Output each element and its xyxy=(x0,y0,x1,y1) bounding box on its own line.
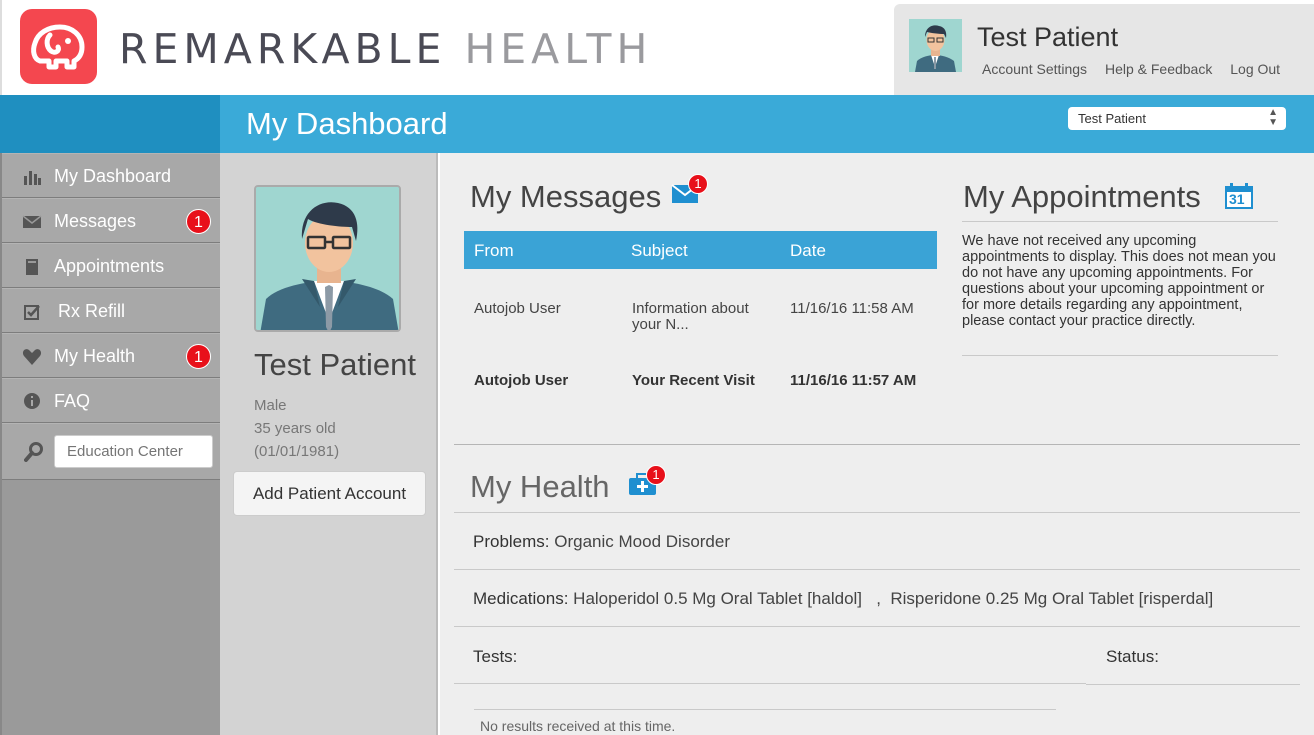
health-count-badge: 1 xyxy=(646,465,666,485)
problems-label: Problems: xyxy=(473,532,550,551)
health-header-icon[interactable]: 1 xyxy=(628,465,666,497)
sidebar-item-dashboard[interactable]: My Dashboard xyxy=(2,153,220,198)
profile-column: Test Patient Male 35 years old (01/01/19… xyxy=(220,153,438,735)
sidebar-search xyxy=(2,423,220,480)
col-from: From xyxy=(474,241,514,260)
messages-table-header: From Subject Date xyxy=(464,231,937,269)
help-feedback-link[interactable]: Help & Feedback xyxy=(1105,61,1212,77)
patient-select[interactable]: Test Patient ▲ ▼ xyxy=(1068,107,1286,130)
health-heading: My Health xyxy=(470,469,610,504)
sidebar-item-label: My Dashboard xyxy=(54,166,172,186)
calendar-icon[interactable]: 31 xyxy=(1224,182,1254,210)
book-icon xyxy=(26,259,38,275)
message-subject[interactable]: Your Recent Visit xyxy=(632,373,772,389)
patient-photo xyxy=(254,185,401,332)
brand-name: REMARKABLE HEALTH xyxy=(119,25,653,73)
title-bar: My Dashboard Test Patient ▲ ▼ xyxy=(0,95,1314,153)
sidebar-item-label: FAQ xyxy=(54,391,91,411)
patient-gender: Male xyxy=(254,397,287,414)
divider xyxy=(454,683,1086,684)
divider xyxy=(454,626,1300,627)
search-icon xyxy=(24,442,43,462)
message-row[interactable]: Autojob User Information about your N...… xyxy=(464,301,937,373)
message-row[interactable]: Autojob User Your Recent Visit 11/16/16 … xyxy=(464,373,937,445)
title-bar-left-tab xyxy=(0,95,220,153)
sidebar: My Dashboard Messages 1 Appointments Rx … xyxy=(0,153,220,735)
message-from: Autojob User xyxy=(474,372,569,389)
message-date: 11/16/16 11:58 AM xyxy=(790,300,914,317)
select-arrows-icon: ▲ ▼ xyxy=(1268,107,1278,128)
patient-age: 35 years old xyxy=(254,420,336,437)
medications-row: Medications: Haloperidol 0.5 Mg Oral Tab… xyxy=(473,589,1213,609)
divider xyxy=(1086,684,1300,685)
appointments-heading: My Appointments xyxy=(963,179,1201,214)
divider xyxy=(454,444,1300,445)
checkbox-icon xyxy=(24,305,40,320)
problems-value: Organic Mood Disorder xyxy=(554,532,731,551)
divider xyxy=(962,221,1278,222)
envelope-icon xyxy=(22,215,42,228)
sidebar-item-label: Appointments xyxy=(54,256,165,276)
sidebar-item-my-health[interactable]: My Health 1 xyxy=(2,333,220,378)
top-header: REMARKABLE HEALTH Test Patient Account S… xyxy=(0,0,1314,95)
user-name: Test Patient xyxy=(977,22,1119,52)
message-date: 11/16/16 11:57 AM xyxy=(790,372,917,389)
sidebar-item-appointments[interactable]: Appointments xyxy=(2,243,220,288)
sidebar-item-messages[interactable]: Messages 1 xyxy=(2,198,220,243)
account-settings-link[interactable]: Account Settings xyxy=(982,61,1087,77)
elephant-logo-icon[interactable] xyxy=(20,9,97,84)
user-avatar[interactable] xyxy=(909,19,962,72)
message-from: Autojob User xyxy=(474,300,561,317)
my-health-badge: 1 xyxy=(186,344,211,369)
no-results-text: No results received at this time. xyxy=(480,718,676,734)
patient-select-value: Test Patient xyxy=(1078,111,1146,126)
page-title: My Dashboard xyxy=(246,106,448,141)
sidebar-item-faq[interactable]: FAQ xyxy=(2,378,220,423)
messages-badge: 1 xyxy=(186,209,211,234)
col-date: Date xyxy=(790,241,826,260)
patient-name: Test Patient xyxy=(254,347,416,382)
divider xyxy=(962,355,1278,356)
status-label: Status: xyxy=(1106,647,1159,666)
info-icon xyxy=(24,393,40,409)
heart-icon xyxy=(22,349,42,365)
patient-details: Male 35 years old (01/01/1981) xyxy=(254,394,339,463)
education-center-search-input[interactable] xyxy=(54,435,213,468)
patient-dob: (01/01/1981) xyxy=(254,443,340,460)
problems-row: Problems: Organic Mood Disorder xyxy=(473,532,730,552)
messages-count-badge: 1 xyxy=(688,174,708,194)
dashboard-main: My Messages 1 From Subject Date Autojob … xyxy=(440,153,1314,735)
calendar-day: 31 xyxy=(1229,191,1245,207)
user-panel: Test Patient Account Settings Help & Fee… xyxy=(894,4,1314,95)
sidebar-item-label: Rx Refill xyxy=(58,301,126,321)
messages-heading: My Messages xyxy=(470,179,662,214)
divider xyxy=(454,569,1300,570)
tests-label: Tests: xyxy=(473,647,518,666)
user-links: Account Settings Help & Feedback Log Out xyxy=(982,61,1294,77)
messages-header-icon[interactable]: 1 xyxy=(671,174,708,204)
sidebar-item-label: Messages xyxy=(54,211,137,231)
divider xyxy=(454,512,1300,513)
medications-label: Medications: xyxy=(473,589,569,608)
message-subject[interactable]: Information about your N... xyxy=(632,301,772,333)
appointments-message: We have not received any upcoming appoin… xyxy=(962,233,1276,329)
messages-table: From Subject Date Autojob User Informati… xyxy=(464,231,937,445)
col-subject: Subject xyxy=(631,241,688,260)
sidebar-item-rx-refill[interactable]: Rx Refill xyxy=(2,288,220,333)
divider xyxy=(474,709,1056,710)
log-out-link[interactable]: Log Out xyxy=(1230,61,1280,77)
add-patient-account-button[interactable]: Add Patient Account xyxy=(233,471,426,516)
sidebar-item-label: My Health xyxy=(54,346,136,366)
medications-value: Haloperidol 0.5 Mg Oral Tablet [haldol] … xyxy=(573,589,1214,608)
bar-chart-icon xyxy=(24,171,41,185)
